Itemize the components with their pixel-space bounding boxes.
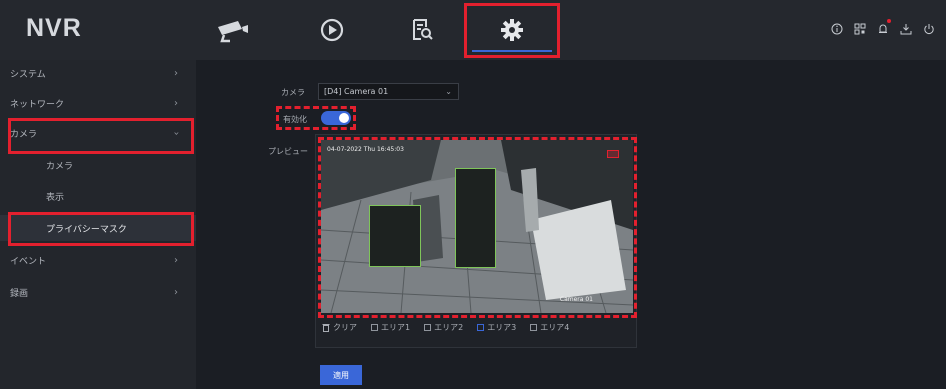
bell-icon[interactable]: [876, 19, 891, 36]
camera-select-value: [D4] Camera 01: [324, 87, 389, 96]
camera-icon[interactable]: [212, 10, 252, 50]
trash-icon: [322, 324, 330, 332]
sidebar-item-event[interactable]: イベント ›: [0, 247, 196, 273]
area-3-checkbox[interactable]: エリア3: [477, 322, 516, 333]
chevron-right-icon: ›: [174, 97, 178, 109]
chevron-right-icon: ›: [174, 286, 178, 298]
system-toolbar: [830, 19, 936, 36]
clear-label: クリア: [333, 323, 357, 332]
playback-icon[interactable]: [312, 10, 352, 50]
sidebar-item-label: イベント: [10, 256, 47, 267]
sidebar-subitem-camera[interactable]: カメラ: [0, 152, 196, 178]
checkbox-icon: [477, 324, 485, 331]
apply-button[interactable]: 適用: [320, 365, 362, 385]
sidebar-item-record[interactable]: 録画 ›: [0, 279, 196, 305]
preview-label: プレビュー: [268, 147, 308, 156]
sidebar-item-network[interactable]: ネットワーク ›: [0, 90, 196, 116]
camera-select[interactable]: [D4] Camera 01 ⌄: [318, 83, 459, 100]
highlight-box-preview: [318, 137, 637, 318]
area-label: エリア1: [381, 323, 411, 332]
sidebar-item-label: ネットワーク: [10, 99, 65, 110]
download-icon[interactable]: [899, 22, 913, 36]
area-label: エリア2: [434, 323, 464, 332]
area-label: エリア4: [540, 323, 570, 332]
area-1-checkbox[interactable]: エリア1: [371, 322, 410, 333]
chevron-right-icon: ›: [174, 67, 178, 79]
highlight-box-privacy-mask: [8, 212, 194, 246]
chevron-down-icon: ⌄: [445, 87, 452, 96]
camera-label: カメラ: [281, 88, 305, 97]
area-4-checkbox[interactable]: エリア4: [530, 322, 569, 333]
sidebar-item-label: 表示: [46, 192, 65, 203]
chevron-right-icon: ›: [174, 254, 178, 266]
checkbox-icon: [530, 324, 538, 331]
mask-area-legend: クリア エリア1 エリア2 エリア3 エリア4: [322, 322, 569, 333]
highlight-box-settings: [464, 3, 560, 58]
highlight-box-camera: [8, 118, 194, 154]
sidebar-item-label: カメラ: [46, 161, 74, 172]
search-icon[interactable]: [402, 10, 442, 50]
sidebar-subitem-display[interactable]: 表示: [0, 183, 196, 209]
sidebar-item-label: システム: [10, 69, 46, 80]
area-label: エリア3: [487, 323, 517, 332]
notification-dot: [887, 19, 891, 23]
app-logo: NVR: [26, 14, 82, 42]
highlight-box-enable: [276, 106, 356, 130]
sidebar-item-system[interactable]: システム ›: [0, 60, 196, 86]
sidebar-item-label: 録画: [10, 288, 29, 299]
checkbox-icon: [371, 324, 378, 331]
area-2-checkbox[interactable]: エリア2: [424, 322, 463, 333]
power-icon[interactable]: [922, 22, 936, 36]
info-icon[interactable]: [830, 22, 844, 36]
clear-button[interactable]: クリア: [322, 322, 357, 333]
qr-icon[interactable]: [853, 22, 867, 36]
top-bar: NVR: [0, 0, 946, 60]
checkbox-icon: [424, 324, 432, 331]
